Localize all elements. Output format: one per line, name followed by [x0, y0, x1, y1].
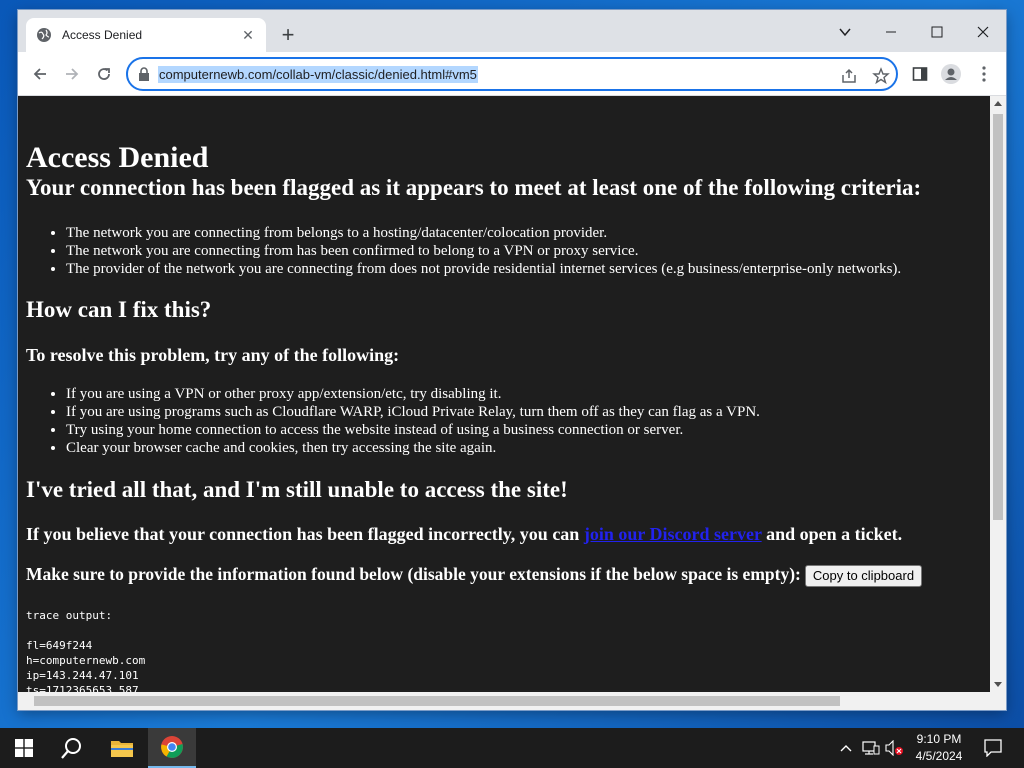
chevron-up-icon — [840, 745, 852, 752]
menu-button[interactable] — [974, 64, 994, 84]
list-item: If you are using a VPN or other proxy ap… — [66, 385, 986, 403]
page-viewport: Access Denied Your connection has been f… — [18, 96, 990, 692]
reload-icon — [98, 68, 110, 80]
incorrect-pre-text: If you believe that your connection has … — [26, 524, 584, 544]
minimize-icon — [886, 31, 896, 33]
scroll-down-icon[interactable] — [994, 682, 1002, 687]
network-icon — [862, 741, 880, 755]
side-panel-button[interactable] — [910, 64, 930, 84]
page-title: Access Denied — [26, 141, 209, 174]
trace-output: trace output: fl=649f244 h=computernewb.… — [26, 609, 146, 692]
chevron-down-icon — [839, 28, 851, 37]
maximize-icon — [931, 26, 943, 38]
maximize-button[interactable] — [914, 16, 960, 46]
folder-icon — [111, 741, 133, 757]
notification-icon — [984, 739, 1002, 757]
clock-time: 9:10 PM — [916, 732, 962, 746]
star-icon[interactable] — [872, 67, 890, 85]
close-tab-icon[interactable]: ✕ — [240, 27, 256, 43]
horizontal-scroll-thumb[interactable] — [34, 696, 840, 706]
discord-link[interactable]: join our Discord server — [584, 524, 762, 544]
clock[interactable]: 9:10 PM 4/5/2024 — [906, 731, 972, 765]
avatar-icon — [941, 64, 961, 84]
resolve-heading: To resolve this problem, try any of the … — [26, 345, 400, 365]
back-button[interactable] — [26, 60, 54, 88]
vertical-scroll-thumb[interactable] — [993, 114, 1003, 520]
close-window-button[interactable] — [960, 16, 1006, 46]
vertical-scrollbar[interactable] — [990, 96, 1006, 692]
clock-date: 4/5/2024 — [915, 749, 963, 763]
browser-toolbar: computernewb.com/collab-vm/classic/denie… — [18, 52, 1006, 96]
tab-title: Access Denied — [62, 28, 143, 42]
globe-icon — [37, 28, 51, 42]
taskbar: 9:10 PM 4/5/2024 — [0, 728, 1024, 768]
list-item: The network you are connecting from belo… — [66, 224, 986, 242]
close-icon — [977, 26, 989, 38]
profile-button[interactable] — [941, 64, 961, 84]
search-button[interactable] — [48, 728, 96, 768]
list-item: Clear your browser cache and cookies, th… — [66, 439, 986, 457]
fixes-list: If you are using a VPN or other proxy ap… — [26, 385, 986, 457]
show-hidden-icons-button[interactable] — [836, 728, 856, 768]
tab-access-denied[interactable]: Access Denied ✕ — [26, 18, 266, 52]
provide-info-label: Make sure to provide the information fou… — [26, 564, 801, 584]
forward-button[interactable] — [58, 60, 86, 88]
flagged-heading: Your connection has been flagged as it a… — [26, 175, 922, 200]
arrow-right-icon — [66, 68, 79, 80]
network-button[interactable] — [860, 728, 882, 768]
minimize-button[interactable] — [868, 16, 914, 46]
share-icon[interactable] — [840, 67, 858, 85]
provide-info-text: Make sure to provide the information fou… — [26, 562, 923, 587]
chrome-taskbar-button[interactable] — [148, 728, 196, 768]
reload-button[interactable] — [90, 60, 118, 88]
tab-search-button[interactable] — [822, 16, 868, 46]
volume-button[interactable] — [884, 728, 906, 768]
chrome-icon — [161, 736, 183, 758]
list-item: The network you are connecting from has … — [66, 242, 986, 260]
notifications-button[interactable] — [976, 728, 1010, 768]
browser-window: Access Denied ✕ + computernewb.com/colla… — [18, 10, 1006, 710]
incorrect-flag-text: If you believe that your connection has … — [26, 522, 902, 546]
copy-to-clipboard-button[interactable]: Copy to clipboard — [804, 564, 923, 587]
url-text[interactable]: computernewb.com/collab-vm/classic/denie… — [158, 65, 478, 83]
start-button[interactable] — [0, 728, 48, 768]
scroll-up-icon[interactable] — [994, 101, 1002, 106]
list-item: If you are using programs such as Cloudf… — [66, 403, 986, 421]
list-item: The provider of the network you are conn… — [66, 260, 986, 278]
windows-icon — [15, 739, 33, 757]
list-item: Try using your home connection to access… — [66, 421, 986, 439]
still-unable-heading: I've tried all that, and I'm still unabl… — [26, 477, 568, 502]
more-vert-icon — [982, 66, 986, 82]
side-panel-icon — [912, 67, 928, 81]
fix-heading: How can I fix this? — [26, 297, 212, 322]
criteria-list: The network you are connecting from belo… — [26, 224, 986, 278]
file-explorer-button[interactable] — [98, 728, 146, 768]
address-bar[interactable]: computernewb.com/collab-vm/classic/denie… — [126, 57, 898, 91]
search-icon — [61, 738, 81, 759]
incorrect-post-text: and open a ticket. — [761, 524, 903, 544]
arrow-left-icon — [33, 68, 46, 80]
lock-icon — [139, 67, 149, 81]
horizontal-scrollbar[interactable] — [18, 692, 1006, 710]
title-bar: Access Denied ✕ + — [18, 10, 1006, 52]
volume-muted-icon — [885, 740, 903, 756]
new-tab-button[interactable]: + — [276, 24, 300, 48]
